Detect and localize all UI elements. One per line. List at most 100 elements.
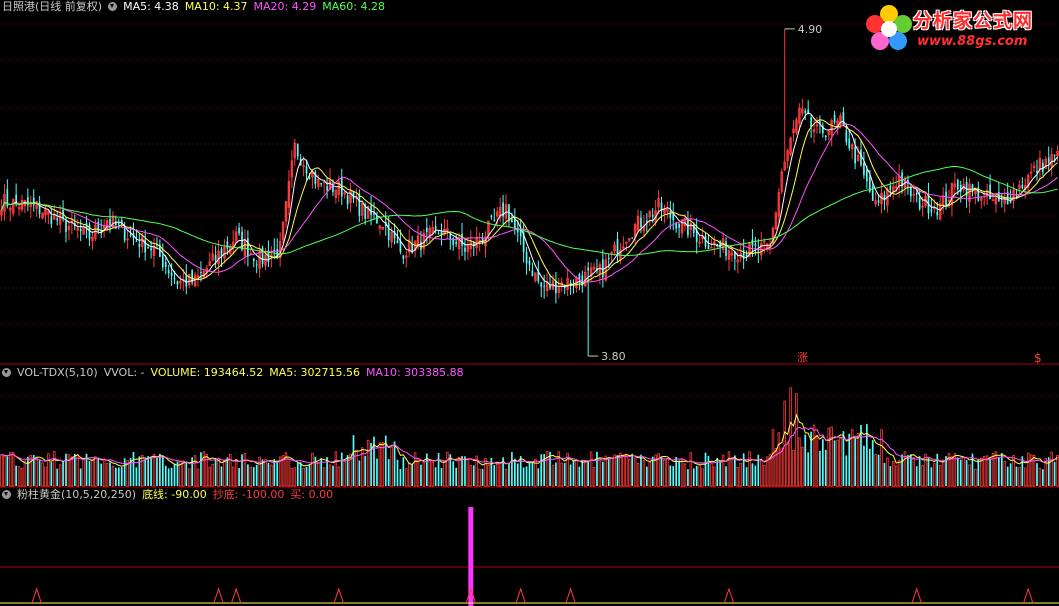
volume-bar: [276, 460, 279, 486]
vol-ma5-label: MA5: 302715.56: [269, 366, 360, 379]
volume-bar: [455, 467, 458, 486]
volume-bar: [267, 462, 270, 486]
volume-bar: [364, 455, 367, 486]
volume-bar: [1032, 454, 1036, 487]
candle-body: [745, 254, 748, 257]
candle-body: [866, 169, 868, 182]
volume-bar: [226, 457, 229, 486]
volume-bar: [886, 457, 889, 487]
volume-bar: [493, 465, 496, 486]
candle-body: [238, 228, 240, 234]
volume-bar: [874, 454, 877, 487]
candle-body: [434, 226, 437, 230]
volume-bar: [815, 434, 819, 487]
volume-bar: [762, 464, 766, 487]
volume-bar: [569, 464, 572, 486]
volume-bar: [44, 466, 47, 487]
volume-bar: [302, 467, 305, 487]
volume-bar: [701, 468, 704, 487]
volume-bar: [255, 464, 258, 486]
volume-bar: [871, 440, 874, 486]
main-title: 日照港(日线 前复权): [2, 0, 103, 13]
candle-body: [669, 211, 672, 219]
candle-body: [540, 282, 543, 287]
volume-bar: [941, 459, 945, 487]
volume-bar: [469, 465, 473, 487]
volume-bar: [759, 460, 763, 487]
dollar-mark: $: [1034, 351, 1042, 365]
volume-bar: [982, 456, 986, 487]
volume-bar: [420, 464, 422, 486]
volume-bar: [513, 458, 516, 486]
volume-bar: [299, 462, 302, 486]
annotations: 4.90 3.80 涨 $: [588, 23, 1042, 365]
candle-body: [420, 241, 422, 250]
volume-bar: [625, 453, 628, 487]
volume-bar: [443, 460, 446, 487]
volume-bar: [217, 457, 220, 487]
volume-bar: [115, 467, 117, 486]
volume-bar: [549, 451, 551, 486]
volume-bar: [663, 459, 666, 487]
volume-bar: [563, 462, 566, 486]
volume-bar: [827, 427, 830, 487]
candle-body: [848, 138, 851, 149]
candle-body: [185, 275, 188, 287]
volume-bar: [798, 437, 801, 487]
volume-bar: [152, 453, 156, 487]
volume-bar: [824, 449, 827, 486]
volume-bar: [692, 468, 695, 486]
volume-bar: [182, 460, 185, 487]
volume-bar: [70, 456, 74, 487]
candle-body: [117, 223, 120, 225]
volume-bar: [440, 468, 443, 486]
volume-bar: [730, 457, 734, 487]
volume-bar: [211, 463, 214, 487]
volume-bar: [519, 456, 522, 486]
volume-bar: [187, 468, 191, 487]
indicator-panel: [0, 507, 1059, 606]
volume-bar: [807, 452, 810, 486]
volume-bar: [65, 453, 67, 486]
volume-bar: [924, 453, 927, 487]
volume-bar: [231, 466, 235, 487]
volume-bar: [560, 462, 564, 487]
volume-bar: [481, 468, 484, 486]
volume-bar: [877, 454, 880, 486]
volume-bar: [41, 462, 44, 487]
volume-bar: [337, 466, 341, 487]
dropdown-icon[interactable]: [108, 2, 118, 11]
volume-bar: [38, 460, 41, 486]
volume-bar: [616, 455, 619, 486]
volume-bar: [252, 467, 255, 486]
volume-bar: [575, 459, 578, 487]
volume-bar: [707, 455, 710, 486]
candle-body: [607, 258, 610, 260]
volume-bar: [322, 467, 326, 487]
volume-bar: [109, 462, 111, 486]
volume-bar: [601, 461, 604, 486]
volume-bar: [989, 458, 991, 486]
volume-bar: [695, 465, 698, 486]
candle-body: [461, 233, 463, 246]
candle-body: [200, 272, 202, 274]
volume-bar: [792, 450, 795, 487]
volume-bar: [117, 467, 120, 486]
candle-body: [220, 248, 223, 257]
volume-bar: [193, 455, 197, 487]
volume-bar: [666, 458, 669, 487]
candle-body: [320, 182, 323, 185]
candle-body: [910, 187, 912, 197]
volume-bar: [719, 461, 722, 486]
candle-body: [273, 249, 276, 251]
candle-body: [845, 130, 848, 143]
volume-bar: [933, 463, 936, 487]
volume-bar: [23, 460, 27, 487]
volume-bar: [511, 452, 513, 486]
candle-body: [176, 281, 179, 285]
candle-body: [956, 180, 959, 190]
dropdown-icon[interactable]: [2, 490, 11, 499]
volume-bar: [457, 457, 461, 487]
dropdown-icon[interactable]: [2, 368, 11, 377]
indicator-triangle: [565, 587, 577, 605]
